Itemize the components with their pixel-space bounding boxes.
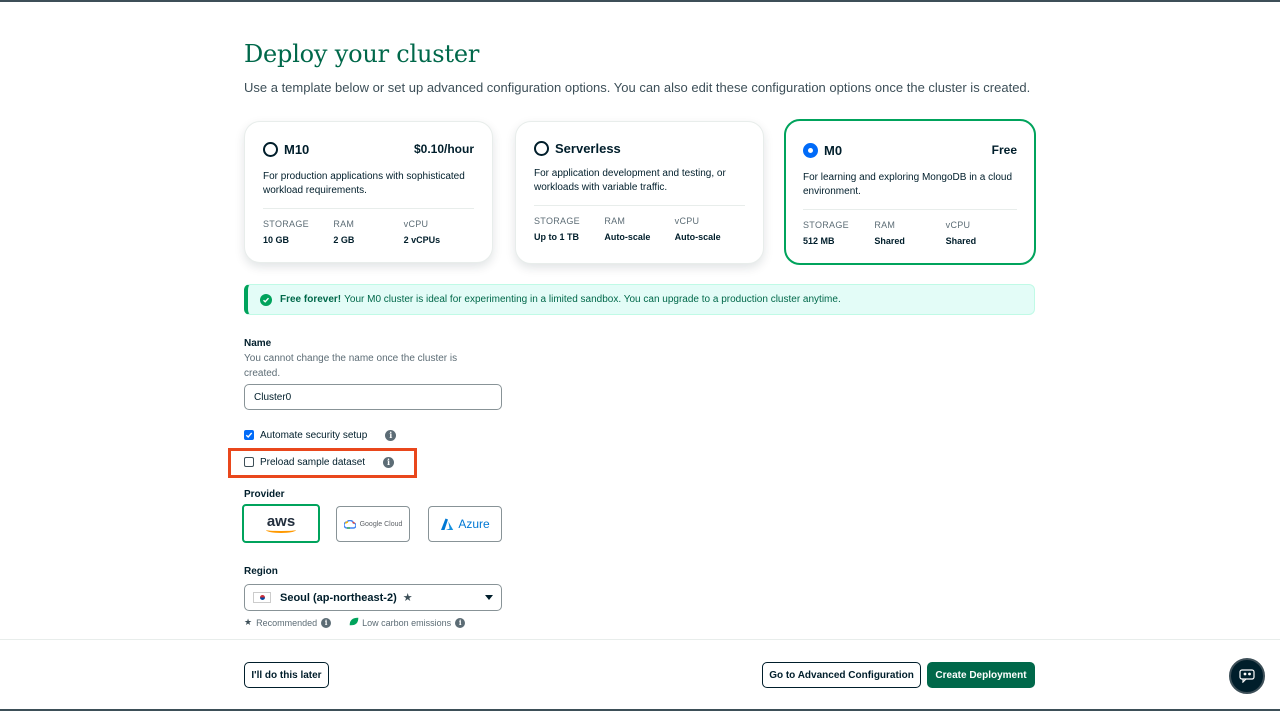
banner-text: Your M0 cluster is ideal for experimenti… <box>344 294 841 305</box>
caret-down-icon <box>485 595 493 600</box>
banner-bold: Free forever! <box>280 294 342 305</box>
tier-description: For learning and exploring MongoDB in a … <box>803 172 1013 197</box>
google-cloud-icon <box>343 519 356 529</box>
google-cloud-logo: Google Cloud <box>343 519 403 529</box>
spec-value: Up to 1 TB <box>534 232 579 242</box>
divider <box>263 208 474 209</box>
spec-value: 2 GB <box>333 235 355 245</box>
spec-label: vCPU <box>674 216 700 226</box>
info-icon[interactable]: i <box>321 617 332 628</box>
spec-value: 10 GB <box>263 235 290 245</box>
create-deployment-button[interactable]: Create Deployment <box>927 662 1035 688</box>
provider-google-cloud-button[interactable]: Google Cloud <box>336 506 410 542</box>
aws-logo-icon: aws <box>266 512 296 533</box>
page-subtitle: Use a template below or set up advanced … <box>244 80 1031 95</box>
recommended-label: Recommended <box>256 617 318 628</box>
spec-value: 2 vCPUs <box>403 235 441 245</box>
free-forever-banner: Free forever! Your M0 cluster is ideal f… <box>244 284 1035 315</box>
name-label: Name <box>244 338 272 349</box>
tier-name: Serverless <box>555 140 621 156</box>
star-icon: ★ <box>244 617 253 627</box>
spec-label: vCPU <box>945 220 971 230</box>
radio-serverless[interactable] <box>534 140 549 156</box>
region-selected-value: Seoul (ap-northeast-2) <box>280 591 397 604</box>
tier-card-m10[interactable]: M10 $0.10/hour For production applicatio… <box>244 121 493 263</box>
spec-value: Shared <box>945 236 977 246</box>
info-icon[interactable]: i <box>385 429 397 441</box>
page-title: Deploy your cluster <box>244 40 480 68</box>
region-label: Region <box>244 566 278 577</box>
tier-card-m0[interactable]: M0 Free For learning and exploring Mongo… <box>784 119 1036 265</box>
footer-bar <box>0 639 1280 709</box>
automate-security-label: Automate security setup <box>260 429 368 441</box>
tier-specs: STORAGE 10 GB RAM 2 GB vCPU 2 vCPUs <box>263 219 474 245</box>
tier-header: Serverless <box>534 139 745 157</box>
automate-security-row: Automate security setup i <box>244 427 397 443</box>
divider <box>534 205 745 206</box>
tier-specs: STORAGE 512 MB RAM Shared vCPU Shared <box>803 220 1017 246</box>
cluster-name-input[interactable] <box>244 384 502 410</box>
tier-description: For application development and testing,… <box>534 168 726 193</box>
preload-sample-label: Preload sample dataset <box>260 456 366 468</box>
leaf-icon <box>349 617 359 628</box>
provider-azure-button[interactable]: Azure <box>428 506 502 542</box>
spec-label: RAM <box>333 219 355 229</box>
korea-flag-icon <box>253 592 271 603</box>
preload-sample-row: Preload sample dataset i <box>244 454 395 470</box>
provider-aws-button[interactable]: aws <box>242 504 320 543</box>
do-later-button[interactable]: I'll do this later <box>244 662 329 688</box>
info-icon[interactable]: i <box>383 456 395 468</box>
azure-logo: Azure <box>440 517 490 531</box>
tier-name: M10 <box>284 141 310 157</box>
region-select[interactable]: Seoul (ap-northeast-2) ★ <box>244 584 502 611</box>
tier-name: M0 <box>824 142 843 158</box>
azure-icon <box>441 518 454 530</box>
chat-support-button[interactable] <box>1229 658 1265 694</box>
region-legend: ★ Recommended i Low carbon emissions i <box>244 617 466 628</box>
chat-icon <box>1239 669 1255 683</box>
tier-specs: STORAGE Up to 1 TB RAM Auto-scale vCPU Auto… <box>534 216 745 242</box>
spec-value: Auto-scale <box>674 232 721 242</box>
tier-header: M0 Free <box>803 141 1017 159</box>
info-icon[interactable]: i <box>455 617 466 628</box>
spec-label: STORAGE <box>534 216 580 226</box>
automate-security-checkbox[interactable] <box>244 430 254 440</box>
tier-header: M10 $0.10/hour <box>263 140 474 158</box>
tier-price: Free <box>991 143 1017 157</box>
tier-card-serverless[interactable]: Serverless For application development a… <box>515 121 764 264</box>
divider <box>803 209 1017 210</box>
aws-wordmark: aws <box>266 512 296 530</box>
google-cloud-label: Google Cloud <box>359 520 403 528</box>
advanced-configuration-button[interactable]: Go to Advanced Configuration <box>762 662 921 688</box>
spec-value: Shared <box>874 236 905 246</box>
provider-label: Provider <box>244 489 285 500</box>
check-circle-icon <box>260 293 272 306</box>
star-icon: ★ <box>402 592 413 604</box>
tier-description: For production applications with sophist… <box>263 171 465 196</box>
low-carbon-label: Low carbon emissions <box>362 617 452 628</box>
radio-m10[interactable] <box>263 141 278 157</box>
spec-label: vCPU <box>403 219 429 229</box>
tier-price: $0.10/hour <box>413 142 474 156</box>
spec-label: STORAGE <box>803 220 849 230</box>
preload-sample-checkbox[interactable] <box>244 457 254 467</box>
spec-label: STORAGE <box>263 219 309 229</box>
spec-label: RAM <box>874 220 896 230</box>
spec-label: RAM <box>604 216 626 226</box>
azure-label: Azure <box>458 517 490 531</box>
spec-value: Auto-scale <box>604 232 651 242</box>
top-border <box>0 0 1280 2</box>
name-help: You cannot change the name once the clus… <box>244 353 458 379</box>
radio-m0[interactable] <box>803 142 818 158</box>
spec-value: 512 MB <box>803 236 835 246</box>
